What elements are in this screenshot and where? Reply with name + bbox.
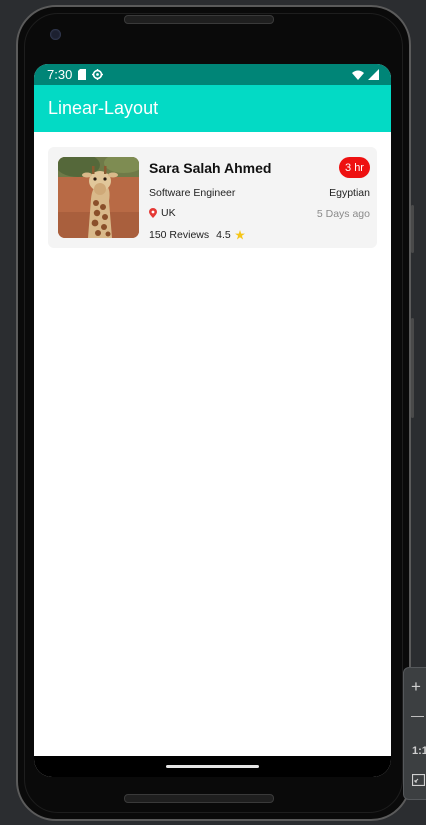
location: UK bbox=[149, 207, 176, 219]
person-name: Sara Salah Ahmed bbox=[149, 160, 272, 176]
app-toolbar: Linear-Layout bbox=[34, 85, 391, 132]
status-right-icons bbox=[352, 69, 379, 80]
bottom-speaker-grille bbox=[124, 794, 274, 803]
status-time: 7:30 bbox=[47, 67, 73, 82]
power-button[interactable] bbox=[411, 205, 414, 253]
cell-signal-icon bbox=[368, 69, 379, 80]
wifi-icon bbox=[352, 70, 364, 80]
main-content: Sara Salah Ahmed 3 hr Software Engineer … bbox=[34, 132, 391, 756]
zoom-out-button[interactable]: — bbox=[411, 709, 424, 722]
device-screen: 7:30 Linear-Layout Sara Salah Ahmed 3 hr… bbox=[34, 64, 391, 777]
settings-gear-icon bbox=[92, 69, 104, 80]
location-text: UK bbox=[161, 207, 176, 219]
fit-screen-icon[interactable] bbox=[412, 774, 425, 786]
navigation-bar bbox=[34, 756, 391, 777]
profile-card[interactable]: Sara Salah Ahmed 3 hr Software Engineer … bbox=[48, 147, 377, 248]
location-pin-icon bbox=[149, 208, 157, 218]
reviews-count: 150 Reviews bbox=[149, 229, 210, 241]
status-bar: 7:30 bbox=[34, 64, 391, 85]
sim-card-icon bbox=[78, 69, 87, 80]
front-camera bbox=[50, 29, 61, 40]
profile-photo bbox=[58, 157, 139, 238]
top-speaker-grille bbox=[124, 15, 274, 24]
volume-button[interactable] bbox=[411, 318, 414, 418]
app-title: Linear-Layout bbox=[48, 98, 159, 118]
zoom-in-button[interactable]: + bbox=[411, 678, 421, 695]
reviews-row: 150 Reviews 4.5 bbox=[149, 229, 245, 241]
actual-size-button[interactable]: 1:1 bbox=[412, 745, 426, 757]
nationality: Egyptian bbox=[329, 187, 370, 199]
home-gesture-handle[interactable] bbox=[166, 765, 259, 768]
emulator-side-toolbar: + — 1:1 bbox=[403, 667, 426, 800]
emulator-window: 7:30 Linear-Layout Sara Salah Ahmed 3 hr… bbox=[0, 0, 426, 825]
star-icon bbox=[234, 230, 245, 240]
time-badge: 3 hr bbox=[339, 157, 370, 178]
rating-value: 4.5 bbox=[216, 229, 231, 241]
posted-time: 5 Days ago bbox=[316, 208, 370, 220]
job-title: Software Engineer bbox=[149, 187, 236, 199]
